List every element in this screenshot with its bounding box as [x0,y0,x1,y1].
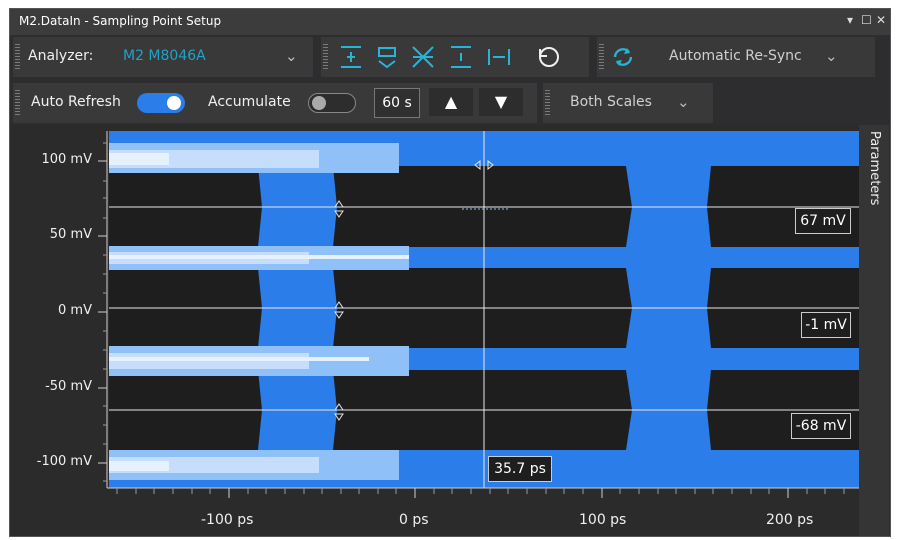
tools-toolbar [321,37,589,77]
resync-dropdown-chevron-icon[interactable]: ⌄ [825,47,838,65]
eye-center-icon[interactable] [378,47,396,69]
y-tick-label: 0 mV [58,303,92,318]
pin-dropdown-icon[interactable]: ▾ [847,13,853,27]
middle-threshold-value[interactable]: -1 mV [801,312,851,338]
analyzer-label: Analyzer: [28,48,94,64]
toolbar-grip[interactable] [545,90,550,116]
toolbar-grip[interactable] [323,44,328,70]
x-tick-label: -100 ps [201,512,254,528]
increase-interval-button[interactable]: ▲ [429,88,473,116]
y-tick-label: 100 mV [41,152,92,167]
reset-icon[interactable] [539,47,559,67]
delay-icon[interactable] [488,49,510,65]
x-tick-label: 0 ps [399,512,429,528]
toolbar-grip[interactable] [15,44,20,70]
analyzer-select[interactable]: M2 M8046A [123,48,206,64]
center-threshold-icon[interactable] [341,46,361,68]
eye-diagram-plot[interactable] [10,125,860,536]
scales-toolbar: Both Scales ⌄ [543,83,713,123]
parameters-side-tab[interactable]: Parameters [859,125,889,536]
resync-toolbar: Automatic Re-Sync ⌄ [597,37,875,77]
x-tick-label: 100 ps [579,512,627,528]
lower-threshold-value[interactable]: -68 mV [791,413,851,439]
analyzer-dropdown-chevron-icon[interactable]: ⌄ [285,47,298,65]
parameters-tab-label: Parameters [867,131,882,206]
upper-threshold-value[interactable]: 67 mV [795,208,851,234]
cursor-position-label: 35.7 ps [488,456,552,482]
resync-icon[interactable] [611,46,635,68]
toolbar-grip[interactable] [599,44,604,70]
y-tick-label: -100 mV [36,454,92,469]
auto-refresh-toggle[interactable] [137,93,185,113]
x-tick-label: 200 ps [766,512,814,528]
scales-select[interactable]: Both Scales [570,94,652,110]
title-bar: M2.DataIn - Sampling Point Setup ▾ ☐ ✕ [10,9,890,35]
refresh-toolbar: Auto Refresh Accumulate 60 s ▲ ▼ [13,83,537,123]
close-icon[interactable]: ✕ [876,13,886,27]
accumulate-label: Accumulate [208,94,291,110]
sampling-tools-icons [341,46,559,69]
toolbar-grip[interactable] [15,90,20,116]
sampling-point-setup-window: M2.DataIn - Sampling Point Setup ▾ ☐ ✕ A… [9,8,891,537]
eye-width-icon[interactable] [412,46,434,68]
refresh-interval-field[interactable]: 60 s [374,88,420,118]
analyzer-toolbar: Analyzer: M2 M8046A ⌄ [13,37,313,77]
resync-mode-select[interactable]: Automatic Re-Sync [669,48,802,64]
window-title: M2.DataIn - Sampling Point Setup [19,14,222,28]
threshold-icon[interactable] [451,46,471,68]
y-tick-label: -50 mV [45,379,92,394]
accumulate-toggle[interactable] [308,93,356,113]
y-tick-label: 50 mV [49,227,92,242]
scales-dropdown-chevron-icon[interactable]: ⌄ [677,93,690,111]
decrease-interval-button[interactable]: ▼ [479,88,523,116]
maximize-icon[interactable]: ☐ [861,13,872,27]
auto-refresh-label: Auto Refresh [31,94,121,110]
